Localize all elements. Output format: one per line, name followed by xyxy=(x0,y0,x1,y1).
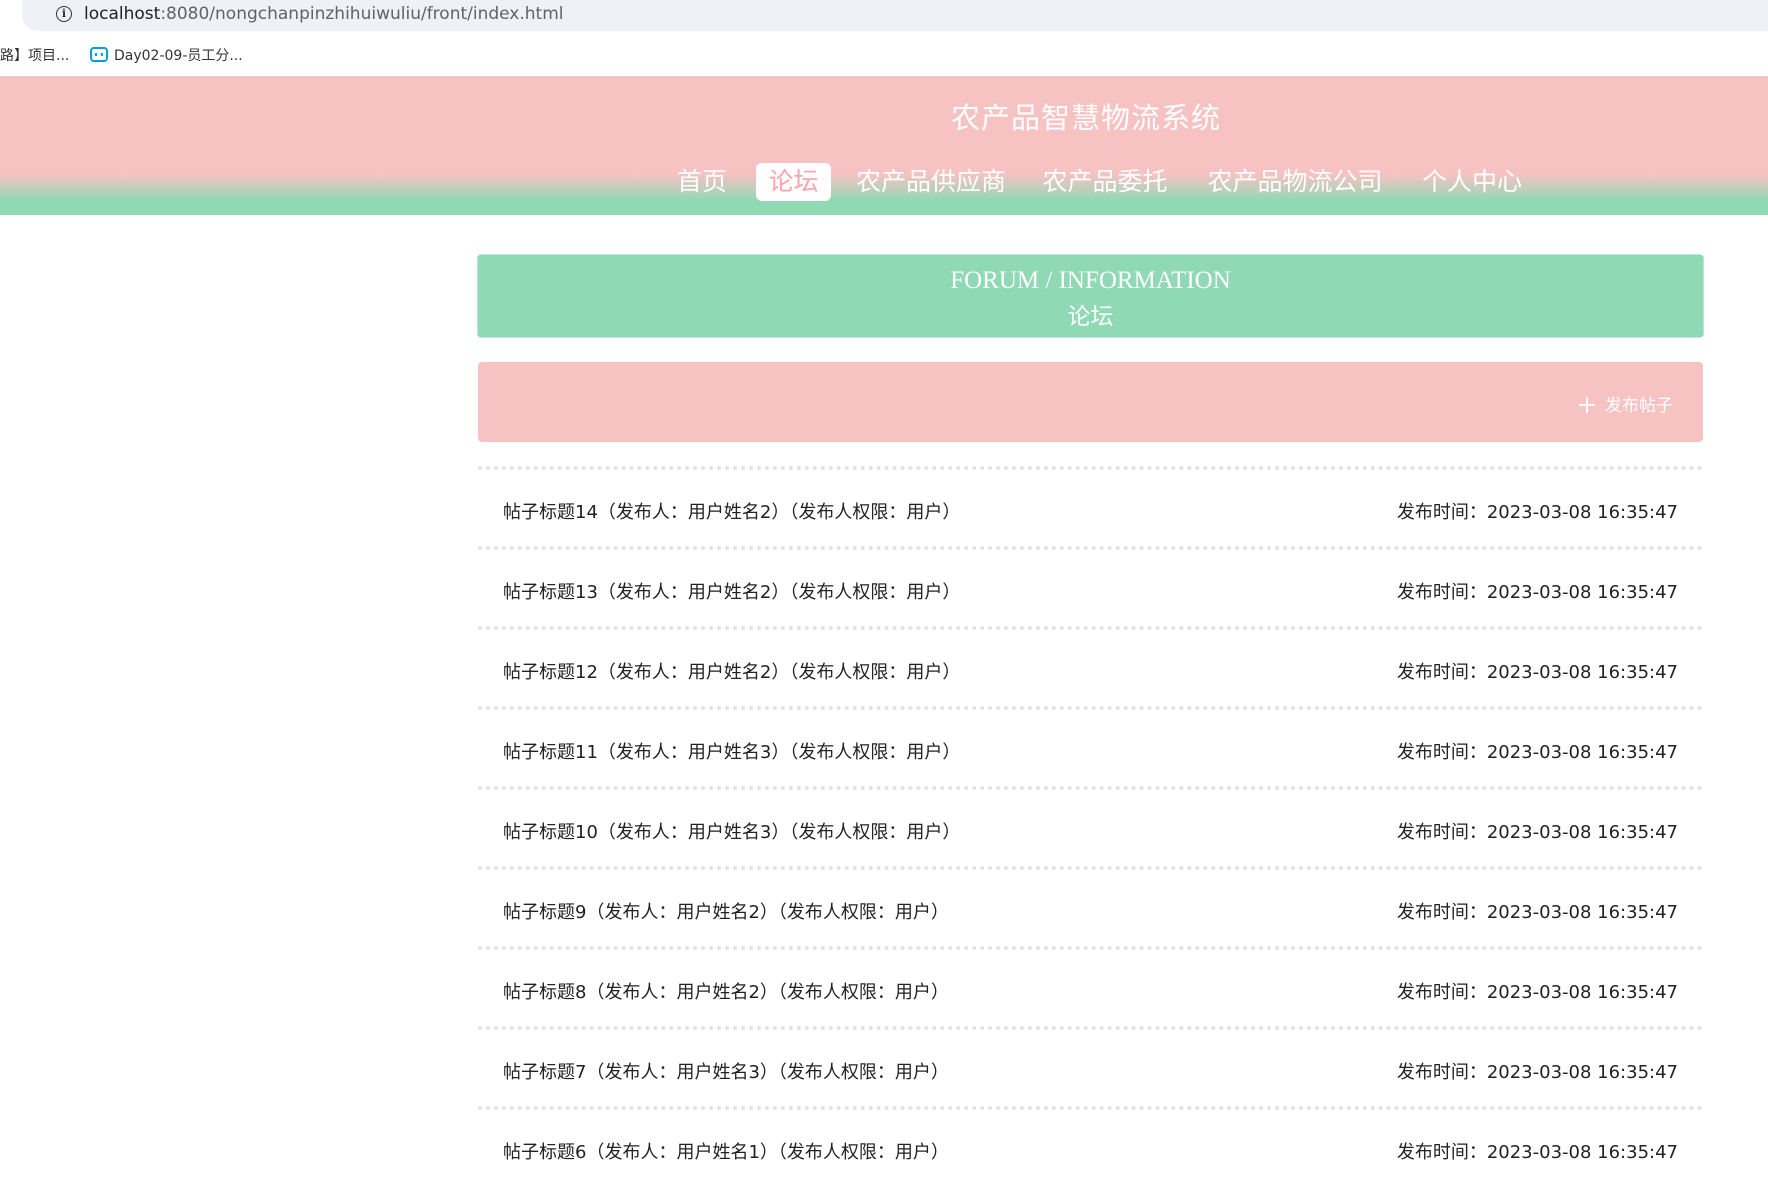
nav-entrust[interactable]: 农产品委托 xyxy=(1040,163,1170,201)
banner-title-en: FORUM / INFORMATION xyxy=(950,267,1231,294)
banner-title-cn: 论坛 xyxy=(1067,304,1114,330)
list-item[interactable]: 帖子标题9（发布人：用户姓名2）（发布人权限：用户） 发布时间：2023-03-… xyxy=(478,866,1703,946)
post-time: 发布时间：2023-03-08 16:35:47 xyxy=(1396,582,1678,603)
post-list: 帖子标题14（发布人：用户姓名2）（发布人权限：用户） 发布时间：2023-03… xyxy=(478,466,1703,1186)
bilibili-icon xyxy=(90,47,108,62)
post-time: 发布时间：2023-03-08 16:35:47 xyxy=(1396,822,1678,843)
url-field[interactable]: i localhost:8080/nongchanpinzhihuiwuliu/… xyxy=(22,0,1768,31)
url-text[interactable]: localhost:8080/nongchanpinzhihuiwuliu/fr… xyxy=(84,4,564,24)
nav-home[interactable]: 首页 xyxy=(674,163,730,201)
bookmark-label: 路】项目... xyxy=(0,48,70,64)
post-title[interactable]: 帖子标题10（发布人：用户姓名3）（发布人权限：用户） xyxy=(503,818,960,844)
post-title[interactable]: 帖子标题7（发布人：用户姓名3）（发布人权限：用户） xyxy=(503,1058,949,1084)
nav-personal-center[interactable]: 个人中心 xyxy=(1420,163,1524,201)
post-time: 发布时间：2023-03-08 16:35:47 xyxy=(1396,902,1678,923)
publish-post-label: 发布帖子 xyxy=(1605,396,1673,416)
post-time: 发布时间：2023-03-08 16:35:47 xyxy=(1396,1062,1678,1083)
post-title[interactable]: 帖子标题14（发布人：用户姓名2）（发布人权限：用户） xyxy=(503,498,960,524)
post-time: 发布时间：2023-03-08 16:35:47 xyxy=(1396,742,1678,763)
action-bar: 发布帖子 xyxy=(478,362,1703,442)
list-item[interactable]: 帖子标题13（发布人：用户姓名2）（发布人权限：用户） 发布时间：2023-03… xyxy=(478,546,1703,626)
browser-address-bar: i localhost:8080/nongchanpinzhihuiwuliu/… xyxy=(0,0,1768,31)
post-time: 发布时间：2023-03-08 16:35:47 xyxy=(1396,982,1678,1003)
post-title[interactable]: 帖子标题8（发布人：用户姓名2）（发布人权限：用户） xyxy=(503,978,949,1004)
list-item[interactable]: 帖子标题10（发布人：用户姓名3）（发布人权限：用户） 发布时间：2023-03… xyxy=(478,786,1703,866)
list-item[interactable]: 帖子标题7（发布人：用户姓名3）（发布人权限：用户） 发布时间：2023-03-… xyxy=(478,1026,1703,1106)
bookmarks-bar: 路】项目... Day02-09-员工分... xyxy=(0,31,1768,76)
list-item[interactable]: 帖子标题8（发布人：用户姓名2）（发布人权限：用户） 发布时间：2023-03-… xyxy=(478,946,1703,1026)
plus-icon xyxy=(1579,397,1595,413)
list-item[interactable]: 帖子标题12（发布人：用户姓名2）（发布人权限：用户） 发布时间：2023-03… xyxy=(478,626,1703,706)
post-title[interactable]: 帖子标题12（发布人：用户姓名2）（发布人权限：用户） xyxy=(503,658,960,684)
main-nav: 首页 论坛 农产品供应商 农产品委托 农产品物流公司 个人中心 xyxy=(0,163,1768,201)
list-item[interactable]: 帖子标题6（发布人：用户姓名1）（发布人权限：用户） 发布时间：2023-03-… xyxy=(478,1106,1703,1186)
url-path: :8080/nongchanpinzhihuiwuliu/front/index… xyxy=(160,4,564,24)
post-time: 发布时间：2023-03-08 16:35:47 xyxy=(1396,1142,1678,1163)
post-time: 发布时间：2023-03-08 16:35:47 xyxy=(1396,662,1678,683)
post-title[interactable]: 帖子标题11（发布人：用户姓名3）（发布人权限：用户） xyxy=(503,738,960,764)
list-item[interactable]: 帖子标题14（发布人：用户姓名2）（发布人权限：用户） 发布时间：2023-03… xyxy=(478,466,1703,546)
bookmark-label: Day02-09-员工分... xyxy=(114,48,243,64)
site-header: 农产品智慧物流系统 首页 论坛 农产品供应商 农产品委托 农产品物流公司 个人中… xyxy=(0,76,1768,215)
page-banner: FORUM / INFORMATION 论坛 xyxy=(477,254,1704,338)
post-title[interactable]: 帖子标题6（发布人：用户姓名1）（发布人权限：用户） xyxy=(503,1138,949,1164)
nav-supplier[interactable]: 农产品供应商 xyxy=(855,163,1007,201)
nav-forum[interactable]: 论坛 xyxy=(756,163,831,201)
post-title[interactable]: 帖子标题13（发布人：用户姓名2）（发布人权限：用户） xyxy=(503,578,960,604)
site-info-icon[interactable]: i xyxy=(56,6,72,22)
url-host: localhost xyxy=(84,4,161,24)
publish-post-button[interactable]: 发布帖子 xyxy=(1579,391,1673,416)
site-title: 农产品智慧物流系统 xyxy=(950,101,1222,135)
post-time: 发布时间：2023-03-08 16:35:47 xyxy=(1396,502,1678,523)
bookmark-project[interactable]: 路】项目... xyxy=(0,45,69,65)
bookmark-day02[interactable]: Day02-09-员工分... xyxy=(90,45,243,65)
nav-logistics-company[interactable]: 农产品物流公司 xyxy=(1205,163,1385,201)
post-title[interactable]: 帖子标题9（发布人：用户姓名2）（发布人权限：用户） xyxy=(503,898,949,924)
list-item[interactable]: 帖子标题11（发布人：用户姓名3）（发布人权限：用户） 发布时间：2023-03… xyxy=(478,706,1703,786)
